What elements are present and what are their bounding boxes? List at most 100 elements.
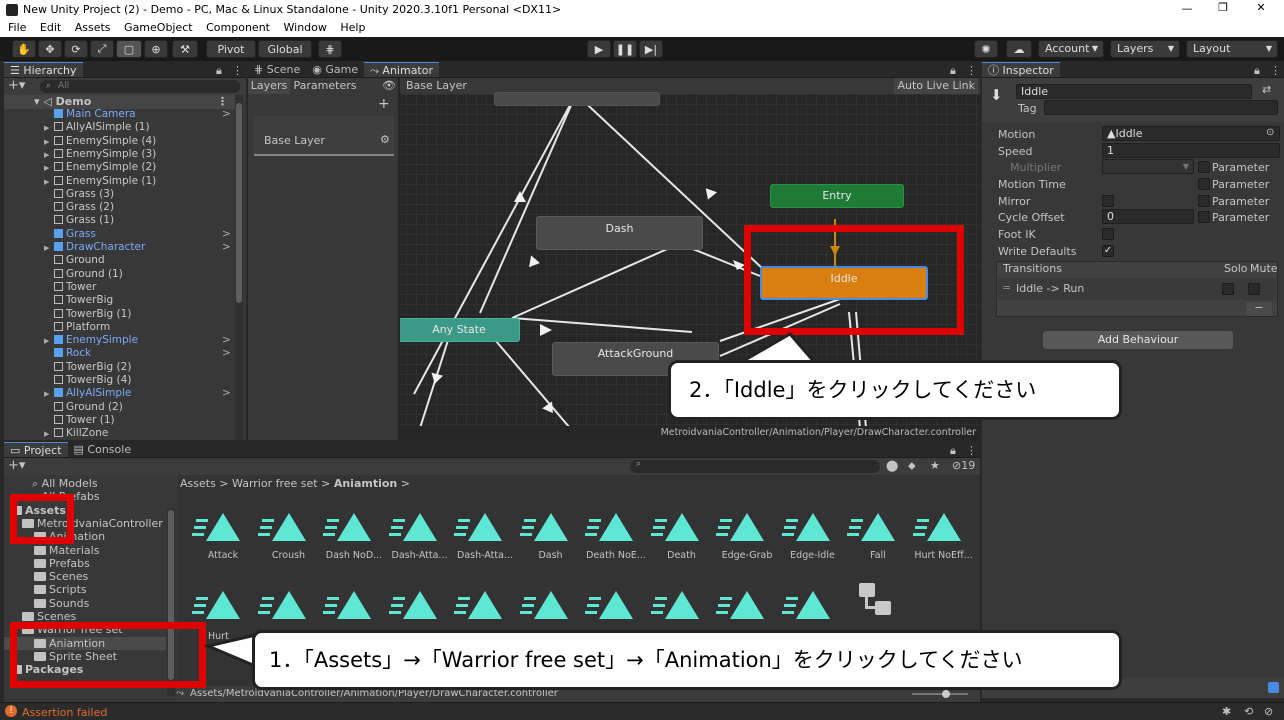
asset-item[interactable]: Fall — [845, 507, 911, 561]
asset-item[interactable]: Attack — [190, 507, 256, 561]
hierarchy-item[interactable]: ▶ EnemySimple (3) — [4, 148, 232, 161]
expand-arrow-icon[interactable]: ▶ — [44, 122, 54, 135]
tab-animator[interactable]: ⤳ Animator — [364, 62, 439, 77]
eye-icon[interactable]: 👁︎ — [382, 79, 396, 92]
move-tool-icon[interactable]: ✥ — [38, 40, 62, 58]
animator-lock-icon[interactable]: 🔒︎ — [950, 64, 956, 78]
add-layer-button[interactable]: + — [378, 96, 390, 112]
layer-item[interactable]: Base Layer ⚙ — [254, 116, 394, 156]
expand-arrow-icon[interactable]: ▶ — [44, 242, 54, 255]
hierarchy-item[interactable]: ▶ KillZone — [4, 427, 232, 438]
hierarchy-item[interactable]: ▶ AllyAISimple (1) — [4, 121, 232, 134]
tab-project[interactable]: ▭ Project — [4, 442, 68, 457]
saved-search-item[interactable]: ⌕ All Models — [4, 477, 166, 490]
hierarchy-scrollbar[interactable] — [235, 95, 243, 440]
hierarchy-item[interactable]: Tower (1) — [4, 414, 232, 427]
step-button[interactable]: ▶| — [639, 40, 663, 58]
menu-file[interactable]: File — [8, 21, 26, 34]
motion-time-parameter-checkbox[interactable] — [1198, 178, 1210, 190]
mirror-checkbox[interactable] — [1102, 195, 1114, 207]
cycle-offset-parameter-checkbox[interactable] — [1198, 211, 1210, 223]
expand-arrow-icon[interactable]: ▶ — [44, 176, 54, 189]
object-picker-icon[interactable]: ⊙ — [1266, 127, 1274, 138]
menu-edit[interactable]: Edit — [40, 21, 61, 34]
asset-item[interactable]: Hurt NoEff... — [911, 507, 977, 561]
asset-item[interactable] — [649, 585, 715, 623]
breadcrumb-assets[interactable]: Assets — [180, 477, 216, 490]
asset-item[interactable] — [714, 585, 780, 623]
hierarchy-item[interactable]: ▶ DrawCharacter > — [4, 241, 232, 254]
maximize-button[interactable]: ❐ — [1216, 1, 1230, 14]
folder-item[interactable]: Scenes — [4, 570, 166, 583]
open-prefab-chevron-icon[interactable]: > — [222, 228, 231, 241]
expand-arrow-icon[interactable]: ▶ — [44, 162, 54, 175]
hierarchy-item[interactable]: Grass (3) — [4, 188, 232, 201]
hierarchy-item[interactable]: ▶ AllyAISimple > — [4, 387, 232, 400]
expand-arrow-icon[interactable]: ▶ — [44, 335, 54, 348]
inspector-lock-icon[interactable]: 🔒︎ — [1254, 64, 1260, 78]
asset-item[interactable]: Dash-Atta... — [387, 507, 453, 561]
filter-type-icon[interactable]: ⬤ — [886, 459, 898, 472]
menu-component[interactable]: Component — [206, 21, 270, 34]
hierarchy-item[interactable]: Platform — [4, 321, 232, 334]
scene-row[interactable]: ▾ ◁ Demo ⋮ — [4, 95, 240, 109]
asset-item[interactable]: Death NoE... — [583, 507, 649, 561]
tab-scene[interactable]: ⋕ Scene — [248, 62, 306, 77]
asset-item[interactable]: Edge-Grab — [714, 507, 780, 561]
animator-more-icon[interactable]: ⋮ — [966, 64, 977, 77]
tab-hierarchy[interactable]: ☰ Hierarchy — [4, 62, 83, 77]
play-button[interactable]: ▶ — [587, 40, 611, 58]
grid-snap-icon[interactable]: ⋕ — [318, 40, 342, 58]
folder-item[interactable]: Prefabs — [4, 557, 166, 570]
asset-item[interactable]: Croush — [256, 507, 322, 561]
hierarchy-item[interactable]: Main Camera > — [4, 108, 232, 121]
hierarchy-item[interactable]: ▶ EnemySimple > — [4, 334, 232, 347]
scale-tool-icon[interactable]: ⤢ — [90, 40, 114, 58]
menu-assets[interactable]: Assets — [75, 21, 111, 34]
folder-item[interactable]: Scripts — [4, 583, 166, 596]
asset-item[interactable]: Dash-Atta... — [452, 507, 518, 561]
mute-checkbox[interactable] — [1248, 283, 1260, 295]
breadcrumb-warrior[interactable]: Warrior free set — [232, 477, 318, 490]
menu-gameobject[interactable]: GameObject — [124, 21, 193, 34]
node-dash[interactable]: Dash — [536, 216, 703, 250]
asset-item[interactable] — [780, 585, 846, 623]
cycle-offset-field[interactable]: 0 — [1102, 209, 1194, 224]
hierarchy-scroll-thumb[interactable] — [236, 103, 242, 303]
foot-ik-checkbox[interactable] — [1102, 228, 1114, 240]
more-icon[interactable]: ⋮ — [232, 64, 243, 77]
create-button[interactable]: +▾ — [8, 459, 25, 472]
tab-layers[interactable]: Layers — [248, 78, 290, 94]
rotate-tool-icon[interactable]: ⟳ — [64, 40, 88, 58]
project-search-input[interactable] — [630, 460, 880, 473]
project-more-icon[interactable]: ⋮ — [966, 444, 977, 457]
layers-dropdown[interactable]: Layers — [1110, 40, 1180, 58]
hierarchy-item[interactable]: Ground (2) — [4, 401, 232, 414]
auto-live-link-button[interactable]: Auto Live Link — [894, 78, 978, 94]
hierarchy-item[interactable]: Ground — [4, 254, 232, 267]
transition-item[interactable]: = Iddle -> Run — [998, 278, 1276, 300]
global-toggle[interactable]: Global — [258, 40, 312, 58]
base-layer-breadcrumb[interactable]: Base Layer — [402, 78, 471, 94]
tab-game[interactable]: ◉ Game — [306, 62, 364, 77]
asset-item[interactable] — [845, 579, 911, 626]
minimize-button[interactable]: — — [1180, 2, 1194, 15]
layer-settings-icon[interactable]: ⚙ — [380, 133, 390, 146]
hand-tool-icon[interactable]: ✋ — [12, 40, 36, 58]
open-prefab-chevron-icon[interactable]: > — [222, 347, 231, 360]
asset-item[interactable] — [256, 585, 322, 623]
asset-item[interactable]: Edge-Idle — [780, 507, 846, 561]
inspector-settings-icon[interactable]: ⇄ — [1262, 83, 1271, 96]
folder-item[interactable]: Materials — [4, 544, 166, 557]
asset-item[interactable] — [387, 585, 453, 623]
inspector-more-icon[interactable]: ⋮ — [1270, 64, 1281, 77]
hierarchy-item[interactable]: ▶ EnemySimple (2) — [4, 161, 232, 174]
write-defaults-checkbox[interactable]: ✓ — [1102, 245, 1114, 257]
asset-item[interactable] — [452, 585, 518, 623]
hierarchy-item[interactable]: TowerBig (2) — [4, 361, 232, 374]
expand-arrow-icon[interactable]: ▶ — [44, 428, 54, 438]
pivot-toggle[interactable]: Pivot — [206, 40, 256, 58]
hierarchy-item[interactable]: Grass (2) — [4, 201, 232, 214]
collab-icon[interactable]: ✺ — [974, 40, 998, 58]
hierarchy-item[interactable]: TowerBig — [4, 294, 232, 307]
